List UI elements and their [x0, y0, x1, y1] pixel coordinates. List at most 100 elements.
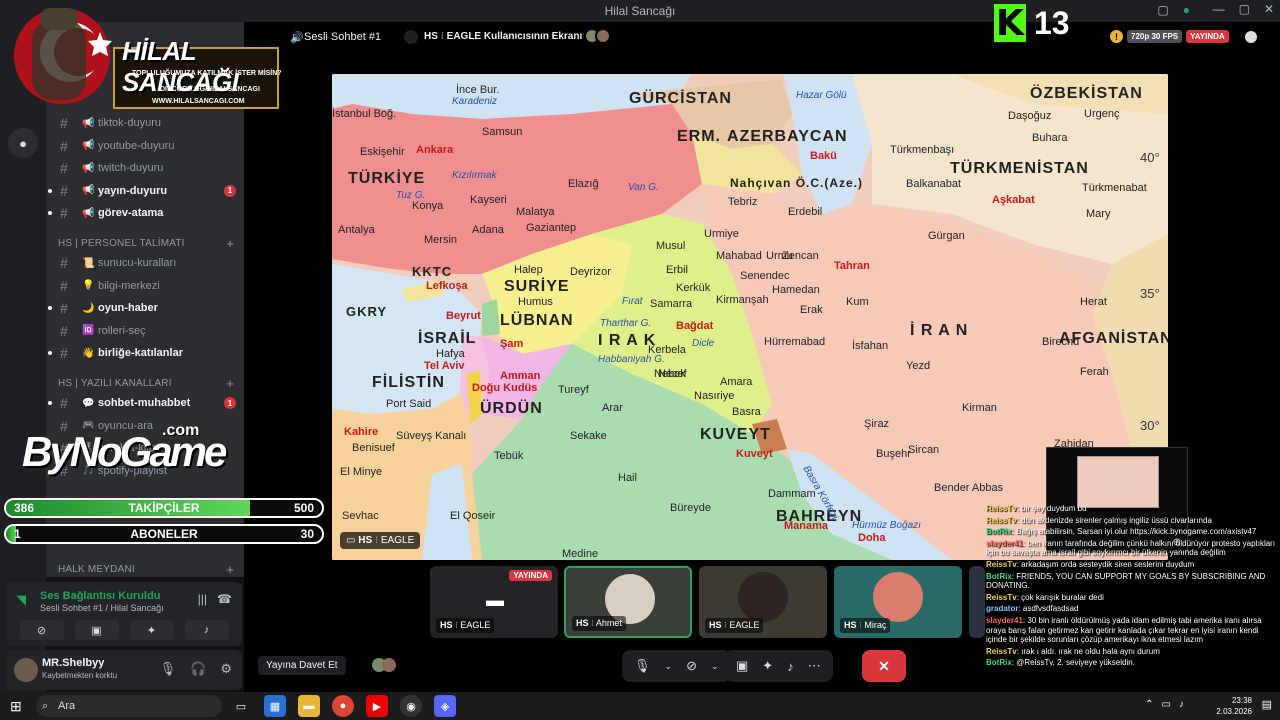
taskbar-search[interactable]: ⌕ Ara	[36, 695, 222, 717]
chat-bubble-icon[interactable]	[1244, 30, 1257, 43]
category-header[interactable]: HALK MEYDANI +	[58, 562, 236, 577]
username[interactable]: MR.Shelbyy	[42, 657, 104, 669]
city-label: Samarra	[650, 298, 693, 310]
city-label: Benisuef	[352, 442, 395, 454]
inbox-icon[interactable]: ▢	[1157, 3, 1168, 17]
city-label: Tureyf	[558, 384, 589, 396]
notification-icon[interactable]: ▤	[1262, 698, 1272, 711]
chat-text: asdfvsdfasdsad	[1022, 604, 1079, 614]
city-label: Süveyş Kanalı	[396, 430, 467, 442]
window-title: Hilal Sancağı	[604, 4, 676, 18]
help-icon[interactable]: ●	[1183, 3, 1190, 17]
chat-message: BotRix: @ReissTv, 2. seviyeye yükseldin.	[986, 658, 1135, 668]
city-label: Konya	[412, 200, 444, 212]
subscribers-label: ABONELER	[130, 527, 198, 541]
headphones-icon[interactable]: 🎧	[190, 661, 206, 677]
voice-channel-title[interactable]: Sesli Sohbet #1	[304, 31, 381, 43]
logo-discord: DISCORD.GG/HILALSANCAGI	[160, 86, 260, 93]
channel-item[interactable]: # 🆔 rolleri-seç	[46, 320, 244, 342]
screen-share-icon[interactable]: ▣	[736, 658, 748, 674]
screen-share-button[interactable]: ▣	[74, 620, 119, 640]
minimize-icon[interactable]: —	[1213, 2, 1225, 16]
activities-button[interactable]: ✦	[129, 620, 174, 640]
chevron-down-icon[interactable]: ⌄	[665, 661, 673, 672]
city-label: Antalya	[338, 224, 375, 236]
chat-message: ReissTv: bir şey duydum bu	[986, 504, 1087, 513]
city-label: Kirman	[962, 402, 997, 414]
invite-to-stream-button[interactable]: Yayına Davet Et	[258, 656, 346, 675]
channel-label: youtube-duyuru	[98, 139, 175, 152]
channel-item[interactable]: # 📢 tiktok-duyuru	[46, 112, 244, 134]
city-label: Deyrizor	[570, 266, 611, 278]
soundboard-button[interactable]: ♪	[184, 620, 229, 640]
voice-status[interactable]: Ses Bağlantısı Kuruldu	[40, 590, 160, 602]
chevron-down-icon[interactable]: ⌄	[711, 661, 719, 672]
volume-icon[interactable]: ♪	[1179, 699, 1184, 710]
shared-screen-map[interactable]: GÜRCİSTAN AZERBAYCAN ERM. ÖZBEKİSTAN TÜRKİYE…	[332, 74, 1168, 560]
channel-item[interactable]: # 👋 birliğe-katılanlar	[46, 342, 244, 364]
city-label: El Qoseir	[450, 510, 496, 522]
add-channel-icon[interactable]: +	[226, 236, 234, 251]
user-status: Kaybetmekten korktu	[42, 671, 118, 680]
file-explorer-icon[interactable]: ▬	[298, 695, 320, 717]
add-channel-icon[interactable]: +	[226, 376, 234, 391]
city-label: Hafya	[436, 348, 465, 360]
store-icon[interactable]: ▦	[264, 695, 286, 717]
chrome-icon[interactable]: ●	[332, 695, 354, 717]
channel-item[interactable]: # 📢 youtube-duyuru	[46, 135, 244, 157]
city-label: Nasıriye	[694, 390, 735, 402]
channel-item[interactable]: # 💡 bilgi-merkezi	[46, 275, 244, 297]
city-label: Musul	[656, 240, 686, 252]
channel-item[interactable]: # 📢 yayın-duyuru 1	[46, 180, 244, 202]
chevron-up-icon[interactable]: ⌃	[1145, 699, 1153, 710]
city-label: Eskişehir	[360, 146, 405, 158]
end-call-button[interactable]: ✕	[862, 650, 906, 682]
participant-tile[interactable]: HS ⁝ Miraç	[834, 566, 962, 638]
discord-icon[interactable]: ◈	[434, 695, 456, 717]
server-icon[interactable]: ●	[8, 128, 38, 158]
channel-label: sunucu-kuralları	[98, 257, 177, 269]
user-panel: MR.Shelbyy Kaybetmekten korktu 🎙 🎧 ⚙	[6, 650, 242, 690]
soundboard-icon[interactable]: ♪	[787, 659, 794, 674]
voice-channel-name[interactable]: Sesli Sohbet #1 / Hilal Sancağı	[40, 603, 164, 613]
channel-item[interactable]: # 🌙 oyun-haber	[46, 297, 244, 319]
more-options-icon[interactable]: ⋯	[808, 658, 821, 674]
channel-item[interactable]: # 📢 görev-atama	[46, 202, 244, 224]
channel-item[interactable]: # 💬 sohbet-muhabbet 1	[46, 392, 244, 414]
stream-quality[interactable]: 720p 30 FPS	[1127, 30, 1183, 43]
video-off-button[interactable]: ⊘	[19, 620, 64, 640]
warning-icon[interactable]: !	[1110, 30, 1123, 43]
maximize-icon[interactable]: ▢	[1239, 2, 1250, 16]
taskbar-clock[interactable]: 23:38 2.03.2026	[1216, 695, 1252, 717]
chat-username: ReissTv	[986, 646, 1017, 656]
microphone-icon[interactable]: 🎙	[634, 658, 651, 674]
windows-start-icon[interactable]: ⊞	[10, 698, 22, 715]
participant-tile[interactable]: HS ⁝ Ahmet	[564, 566, 692, 638]
participant-tile[interactable]	[969, 566, 985, 638]
category-header[interactable]: HS | PERSONEL TALİMATI +	[58, 236, 236, 251]
channel-item[interactable]: # 📜 sunucu-kuralları	[46, 252, 244, 274]
camera-off-icon[interactable]: ⊘	[686, 658, 697, 674]
category-header[interactable]: HS | YAZILI KANALLARI +	[58, 376, 236, 391]
avatar[interactable]	[14, 658, 38, 682]
obs-icon[interactable]: ◉	[400, 695, 422, 717]
noise-suppression-icon[interactable]: |||	[198, 592, 207, 606]
capital-label: Doğu Kudüs	[472, 382, 538, 394]
viewer-avatars[interactable]	[584, 28, 611, 44]
activities-icon[interactable]: ✦	[762, 658, 773, 674]
close-icon[interactable]: ✕	[1264, 2, 1274, 16]
participant-name: HS ⁝ EAGLE	[436, 618, 495, 633]
settings-gear-icon[interactable]: ⚙	[220, 661, 232, 677]
task-view-icon[interactable]: ▭	[230, 695, 252, 717]
viewer-avatars[interactable]	[372, 658, 396, 672]
youtube-icon[interactable]: ▶	[366, 695, 388, 717]
microphone-icon[interactable]: 🎙	[160, 661, 177, 677]
participant-tile[interactable]: ▬ YAYINDA HS ⁝ EAGLE	[430, 566, 558, 638]
participant-tile[interactable]: HS ⁝ EAGLE	[699, 566, 827, 638]
followers-goal: 500	[293, 501, 314, 515]
signal-icon[interactable]: ◥	[16, 592, 26, 608]
disconnect-icon[interactable]: ☎	[217, 592, 232, 606]
add-channel-icon[interactable]: +	[226, 562, 234, 577]
network-icon[interactable]: ▭	[1162, 699, 1171, 710]
channel-item[interactable]: # 📢 twitch-duyuru	[46, 157, 244, 179]
